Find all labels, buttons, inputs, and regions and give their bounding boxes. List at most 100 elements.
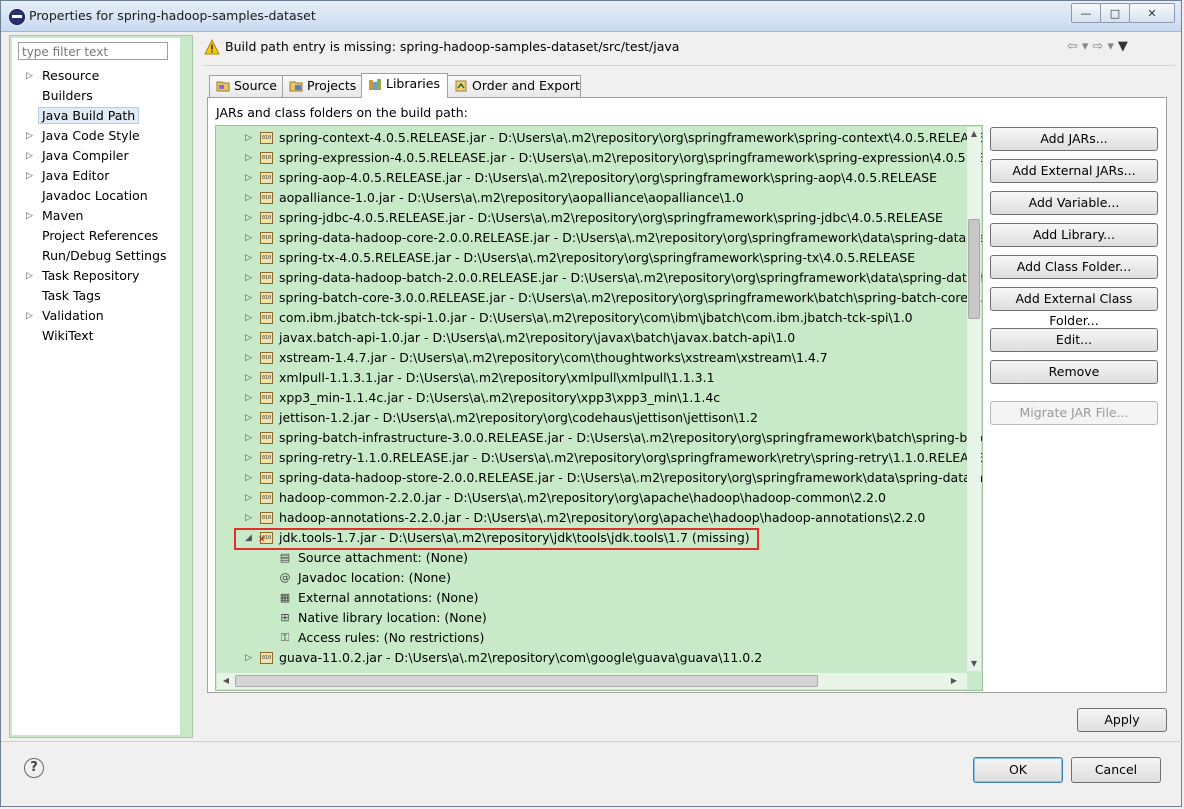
tree-horizontal-scrollbar[interactable]: ◀ ▶ [217,673,967,689]
library-entry[interactable]: ▷ aopalliance-1.0.jar - D:\Users\a\.m2\re… [216,188,966,208]
library-entry[interactable]: ▷ hadoop-annotations-2.2.0.jar - D:\Users… [216,508,966,528]
expand-arrow-icon[interactable]: ▷ [245,448,252,468]
nav-item[interactable]: ▷ Java Code Style [16,126,167,146]
library-entry[interactable]: ▷ spring-data-hadoop-batch-2.0.0.RELEASE.… [216,268,982,288]
library-entry[interactable]: ▷ guava-11.0.2.jar - D:\Users\a\.m2\repos… [216,648,966,668]
nav-item[interactable]: Javadoc Location [16,186,167,206]
tree-vertical-scrollbar[interactable]: ▲ ▼ [967,127,981,671]
expand-arrow-icon[interactable]: ▷ [245,168,252,188]
library-entry[interactable]: ▷ spring-expression-4.0.5.RELEASE.jar - D… [216,148,982,168]
help-icon[interactable]: ? [24,758,44,778]
close-button[interactable]: ✕ [1129,3,1175,23]
nav-item[interactable]: Java Build Path [16,106,167,126]
expand-arrow-icon[interactable]: ▷ [26,126,33,146]
library-entry[interactable]: ▷ javax.batch-api-1.0.jar - D:\Users\a\.m… [216,328,966,348]
add-external-jars-button[interactable]: Add External JARs... [990,159,1158,183]
scroll-thumb[interactable] [968,219,980,319]
expand-arrow-icon[interactable]: ▷ [245,308,252,328]
edit-button[interactable]: Edit... [990,328,1158,352]
library-entry[interactable]: ▷ xstream-1.4.7.jar - D:\Users\a\.m2\repo… [216,348,966,368]
expand-arrow-icon[interactable]: ▷ [245,268,252,288]
forward-icon[interactable]: ⇨▾ [1092,39,1117,54]
nav-item[interactable]: ▷ Java Compiler [16,146,167,166]
library-attribute[interactable]: @ Javadoc location: (None) [216,568,966,588]
nav-item[interactable]: Task Tags [16,286,167,306]
library-entry[interactable]: ▷ spring-batch-core-3.0.0.RELEASE.jar - D… [216,288,982,308]
expand-arrow-icon[interactable]: ▷ [245,468,252,488]
library-entry[interactable]: ▷ spring-tx-4.0.5.RELEASE.jar - D:\Users\… [216,248,966,268]
nav-item[interactable]: ▷ Maven [16,206,167,226]
nav-item[interactable]: WikiText [16,326,167,346]
expand-arrow-icon[interactable]: ▷ [245,388,252,408]
library-entry[interactable]: ▷ spring-data-hadoop-core-2.0.0.RELEASE.j… [216,228,982,248]
expand-arrow-icon[interactable]: ▷ [245,188,252,208]
expand-arrow-icon[interactable]: ▷ [245,208,252,228]
nav-item[interactable]: ▷ Task Repository [16,266,167,286]
library-attribute[interactable]: ▤ Source attachment: (None) [216,548,966,568]
expand-arrow-icon[interactable]: ▷ [26,66,33,86]
expand-arrow-icon[interactable]: ▷ [245,348,252,368]
scroll-up-icon[interactable]: ▲ [967,127,981,141]
scroll-left-icon[interactable]: ◀ [219,673,233,689]
nav-item[interactable]: ▷ Validation [16,306,167,326]
maximize-button[interactable]: □ [1100,3,1130,23]
add-library-button[interactable]: Add Library... [990,223,1158,247]
migrate-jar-file-button[interactable]: Migrate JAR File... [990,401,1158,425]
minimize-button[interactable]: — [1071,3,1101,23]
add-external-class-folder-button[interactable]: Add External Class Folder... [990,287,1158,328]
expand-arrow-icon[interactable]: ▷ [245,128,252,148]
nav-item[interactable]: ▷ Resource [16,66,167,86]
expand-arrow-icon[interactable]: ▷ [26,146,33,166]
ok-button[interactable]: OK [973,757,1063,783]
add-jars-button[interactable]: Add JARs... [990,127,1158,151]
add-class-folder-button[interactable]: Add Class Folder... [990,255,1158,279]
nav-scrollbar[interactable] [181,36,192,737]
expand-arrow-icon[interactable]: ▷ [245,428,252,448]
tab-projects[interactable]: Projects [282,75,362,97]
expand-arrow-icon[interactable]: ▷ [26,166,33,186]
nav-item[interactable]: Run/Debug Settings [16,246,167,266]
expand-arrow-icon[interactable]: ▷ [245,228,252,248]
expand-arrow-icon[interactable]: ▷ [26,206,33,226]
scroll-thumb[interactable] [235,675,818,687]
library-entry[interactable]: ▷ hadoop-common-2.2.0.jar - D:\Users\a\.m… [216,488,966,508]
scroll-down-icon[interactable]: ▼ [967,657,981,671]
library-attribute[interactable]: ⊞ Native library location: (None) [216,608,966,628]
tab-source[interactable]: Source [209,75,283,97]
scroll-right-icon[interactable]: ▶ [947,673,961,689]
library-entry[interactable]: ▷ spring-context-4.0.5.RELEASE.jar - D:\U… [216,128,982,148]
library-entry[interactable]: ▷ com.ibm.jbatch-tck-spi-1.0.jar - D:\Use… [216,308,966,328]
library-entry[interactable]: ▷ jettison-1.2.jar - D:\Users\a\.m2\repos… [216,408,966,428]
expand-arrow-icon[interactable]: ▷ [245,648,252,668]
add-variable-button[interactable]: Add Variable... [990,191,1158,215]
library-entry[interactable]: ▷ spring-aop-4.0.5.RELEASE.jar - D:\Users… [216,168,966,188]
expand-arrow-icon[interactable]: ▷ [245,508,252,528]
apply-button[interactable]: Apply [1077,708,1167,732]
expand-arrow-icon[interactable]: ▷ [245,368,252,388]
library-entry[interactable]: ▷ xmlpull-1.1.3.1.jar - D:\Users\a\.m2\re… [216,368,966,388]
back-icon[interactable]: ⇦▾ [1067,39,1092,54]
library-entry[interactable]: ▷ spring-retry-1.1.0.RELEASE.jar - D:\Use… [216,448,982,468]
library-attribute[interactable]: ▦ External annotations: (None) [216,588,966,608]
expand-arrow-icon[interactable]: ▷ [245,408,252,428]
view-menu-icon[interactable]: ▼ [1118,39,1132,54]
library-entry[interactable]: ▷ spring-jdbc-4.0.5.RELEASE.jar - D:\User… [216,208,966,228]
remove-button[interactable]: Remove [990,360,1158,384]
expand-arrow-icon[interactable]: ▷ [245,288,252,308]
tab-order-and-export[interactable]: Order and Export [447,75,581,97]
expand-arrow-icon[interactable]: ▷ [245,248,252,268]
expand-arrow-icon[interactable]: ▷ [245,328,252,348]
expand-arrow-icon[interactable]: ▷ [26,306,33,326]
expand-arrow-icon[interactable]: ▷ [26,266,33,286]
filter-input[interactable]: type filter text [18,42,168,60]
library-entry[interactable]: ▷ spring-batch-infrastructure-3.0.0.RELEA… [216,428,982,448]
expand-arrow-icon[interactable]: ▷ [245,148,252,168]
nav-item[interactable]: ▷ Java Editor [16,166,167,186]
nav-item[interactable]: Builders [16,86,167,106]
cancel-button[interactable]: Cancel [1071,757,1161,783]
expand-arrow-icon[interactable]: ▷ [245,488,252,508]
library-attribute[interactable]: ⚿ Access rules: (No restrictions) [216,628,966,648]
tab-libraries[interactable]: Libraries [361,73,448,98]
library-entry[interactable]: ▷ spring-data-hadoop-store-2.0.0.RELEASE.… [216,468,982,488]
library-entry[interactable]: ◢ jdk.tools-1.7.jar - D:\Users\a\.m2\repo… [216,528,966,548]
